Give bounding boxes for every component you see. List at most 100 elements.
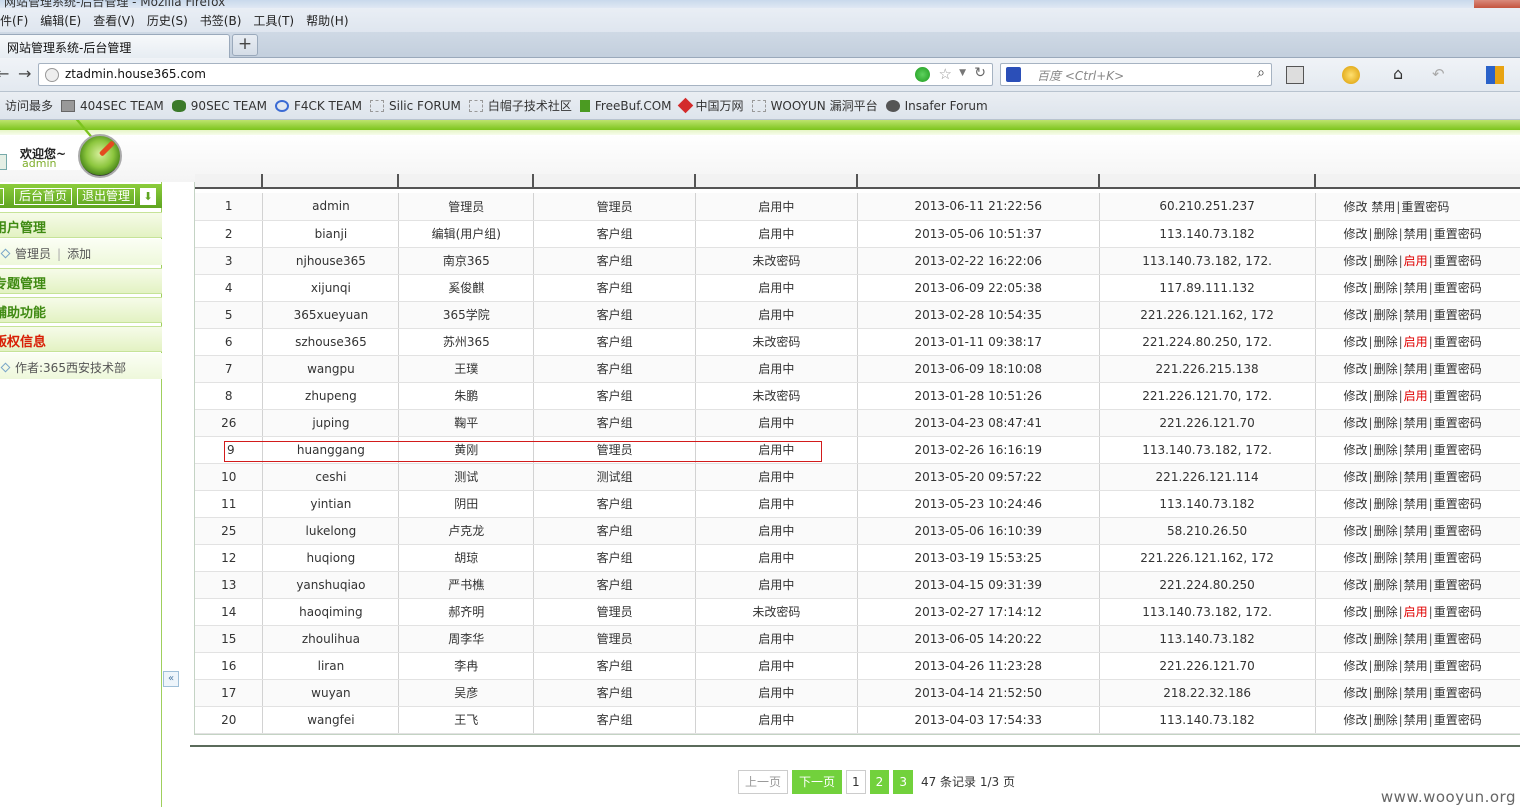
edit-link[interactable]: 修改	[1344, 578, 1368, 592]
bookmark-most-visited[interactable]: 访问最多	[5, 97, 53, 114]
edit-link[interactable]: 修改	[1344, 686, 1368, 700]
disable-link[interactable]: 禁用	[1404, 659, 1428, 673]
menu-bookmarks[interactable]: 书签(B)	[194, 12, 248, 29]
menu-file[interactable]: 件(F)	[0, 12, 34, 29]
delete-link[interactable]: 删除	[1374, 524, 1398, 538]
sidebar-collapse-button[interactable]: «	[163, 671, 179, 687]
delete-link[interactable]: 删除	[1374, 713, 1398, 727]
prev-page-button[interactable]: 上一页	[738, 769, 789, 794]
menu-help[interactable]: 帮助(H)	[300, 12, 354, 29]
reset-password-link[interactable]: 重置密码	[1434, 524, 1482, 538]
home-button[interactable]: 后台首页	[14, 188, 73, 205]
menu-tools[interactable]: 工具(T)	[247, 12, 300, 29]
reset-password-link[interactable]: 重置密码	[1434, 335, 1482, 349]
edit-link[interactable]: 修改	[1344, 389, 1368, 403]
reset-password-link[interactable]: 重置密码	[1434, 632, 1482, 646]
reset-password-link[interactable]: 重置密码	[1434, 605, 1482, 619]
bookmark-wanwang[interactable]: 中国万网	[677, 97, 744, 114]
edit-link[interactable]: 修改	[1344, 308, 1368, 322]
sidebar-section-aux[interactable]: 辅助功能	[0, 297, 162, 323]
delete-link[interactable]: 删除	[1374, 335, 1398, 349]
reset-password-link[interactable]: 重置密码	[1434, 551, 1482, 565]
delete-link[interactable]: 删除	[1374, 605, 1398, 619]
delete-link[interactable]: 删除	[1374, 416, 1398, 430]
reset-password-link[interactable]: 重置密码	[1434, 416, 1482, 430]
edit-link[interactable]: 修改	[1344, 335, 1368, 349]
disable-link[interactable]: 禁用	[1404, 713, 1428, 727]
addon-icon[interactable]	[1342, 66, 1360, 84]
reset-password-link[interactable]: 重置密码	[1434, 470, 1482, 484]
search-placeholder[interactable]: 百度 <Ctrl+K>	[1037, 67, 1124, 84]
disable-link[interactable]: 禁用	[1404, 281, 1428, 295]
bookmark-insafer[interactable]: Insafer Forum	[885, 99, 988, 113]
disable-link[interactable]: 禁用	[1404, 686, 1428, 700]
bookmark-90sec[interactable]: 90SEC TEAM	[171, 99, 267, 113]
reset-password-link[interactable]: 重置密码	[1434, 659, 1482, 673]
edit-link[interactable]: 修改	[1344, 497, 1368, 511]
bookmark-star-icon[interactable]: ☆	[939, 65, 952, 83]
page-3-button[interactable]: 3	[893, 769, 913, 794]
screenshot-tool-icon[interactable]	[1286, 66, 1304, 84]
reset-password-link[interactable]: 重置密码	[1434, 443, 1482, 457]
disable-link[interactable]: 禁用	[1404, 470, 1428, 484]
disable-link[interactable]: 禁用	[1404, 227, 1428, 241]
enable-link[interactable]: 启用	[1404, 389, 1428, 403]
bookmark-freebuf[interactable]: FreeBuf.COM	[579, 99, 672, 113]
edit-link[interactable]: 修改	[1344, 227, 1368, 241]
disable-link[interactable]: 禁用	[1404, 578, 1428, 592]
page-2-button[interactable]: 2	[869, 769, 890, 794]
disable-link[interactable]: 禁用	[1404, 632, 1428, 646]
home-icon[interactable]: ⌂	[1393, 66, 1411, 84]
delete-link[interactable]: 删除	[1374, 308, 1398, 322]
page-1-button[interactable]: 1	[846, 769, 866, 794]
apps-icon[interactable]	[1486, 66, 1504, 84]
reset-password-link[interactable]: 重置密码	[1434, 578, 1482, 592]
new-tab-button[interactable]: +	[232, 34, 258, 56]
menu-view[interactable]: 查看(V)	[87, 12, 141, 29]
menu-edit[interactable]: 编辑(E)	[34, 12, 87, 29]
search-bar[interactable]: 百度 <Ctrl+K> ⌕	[1000, 63, 1272, 86]
sidebar-section-topic[interactable]: 专题管理	[0, 268, 162, 294]
reset-password-link[interactable]: 重置密码	[1434, 254, 1482, 268]
go-icon[interactable]	[915, 67, 930, 82]
edit-link[interactable]: 修改	[1344, 254, 1368, 268]
undo-icon[interactable]: ↶	[1432, 66, 1450, 84]
bookmark-wooyun[interactable]: WOOYUN 漏洞平台	[751, 97, 878, 114]
reset-password-link[interactable]: 重置密码	[1401, 200, 1449, 214]
edit-link[interactable]: 修改	[1344, 416, 1368, 430]
window-close-button[interactable]	[1474, 0, 1520, 8]
enable-link[interactable]: 启用	[1404, 605, 1428, 619]
delete-link[interactable]: 删除	[1374, 578, 1398, 592]
edit-link[interactable]: 修改	[1344, 470, 1368, 484]
bookmark-404sec[interactable]: 404SEC TEAM	[61, 99, 164, 113]
disable-link[interactable]: 禁用	[1404, 497, 1428, 511]
bookmark-silic[interactable]: Silic FORUM	[370, 99, 461, 113]
back-icon[interactable]: ←	[0, 65, 9, 83]
reset-password-link[interactable]: 重置密码	[1434, 497, 1482, 511]
reset-password-link[interactable]: 重置密码	[1434, 281, 1482, 295]
disable-link[interactable]: 禁用	[1404, 416, 1428, 430]
disable-link[interactable]: 禁用	[1404, 308, 1428, 322]
reset-password-link[interactable]: 重置密码	[1434, 686, 1482, 700]
delete-link[interactable]: 删除	[1374, 551, 1398, 565]
delete-link[interactable]: 删除	[1374, 254, 1398, 268]
edit-link[interactable]: 修改	[1344, 362, 1368, 376]
disable-link[interactable]: 禁用	[1404, 524, 1428, 538]
search-icon[interactable]: ⌕	[1257, 65, 1265, 81]
logout-button[interactable]: 退出管理	[77, 188, 136, 205]
forward-icon[interactable]: →	[18, 65, 31, 83]
menu-history[interactable]: 历史(S)	[141, 12, 194, 29]
delete-link[interactable]: 删除	[1374, 470, 1398, 484]
sidebar-link-admin[interactable]: 管理员	[15, 247, 51, 261]
delete-link[interactable]: 删除	[1374, 632, 1398, 646]
disable-link[interactable]: 禁用	[1371, 200, 1395, 214]
delete-link[interactable]: 删除	[1374, 362, 1398, 376]
delete-link[interactable]: 删除	[1374, 497, 1398, 511]
url-bar[interactable]: ztadmin.house365.com ☆ ▼ ↻	[38, 63, 993, 86]
url-text[interactable]: ztadmin.house365.com	[65, 67, 206, 81]
reset-password-link[interactable]: 重置密码	[1434, 362, 1482, 376]
edit-link[interactable]: 修改	[1344, 200, 1368, 214]
edit-link[interactable]: 修改	[1344, 524, 1368, 538]
reset-password-link[interactable]: 重置密码	[1434, 308, 1482, 322]
edit-link[interactable]: 修改	[1344, 551, 1368, 565]
